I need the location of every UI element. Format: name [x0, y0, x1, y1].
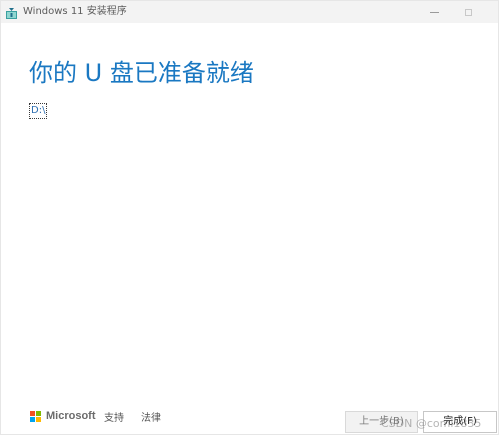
- window-title: Windows 11 安装程序: [23, 6, 127, 17]
- microsoft-wordmark: Microsoft: [46, 410, 96, 422]
- microsoft-logo-icon: [30, 410, 42, 423]
- usb-drive-link[interactable]: D:\: [29, 103, 48, 119]
- page-title: 你的 U 盘已准备就绪: [29, 59, 254, 88]
- support-link[interactable]: 支持: [104, 413, 124, 425]
- finish-button[interactable]: 完成(F): [423, 411, 497, 433]
- maximize-button[interactable]: [453, 1, 483, 23]
- setup-window: Windows 11 安装程序 你的 U 盘已准备就绪 D:\ Microsof…: [0, 0, 499, 435]
- minimize-icon: [429, 11, 439, 13]
- microsoft-logo: Microsoft: [30, 410, 96, 423]
- back-button[interactable]: 上一步(B): [345, 411, 418, 433]
- legal-link[interactable]: 法律: [141, 413, 161, 425]
- maximize-icon: [464, 8, 472, 16]
- title-bar[interactable]: Windows 11 安装程序: [1, 1, 498, 23]
- minimize-button[interactable]: [419, 1, 449, 23]
- setup-app-icon: [5, 5, 18, 19]
